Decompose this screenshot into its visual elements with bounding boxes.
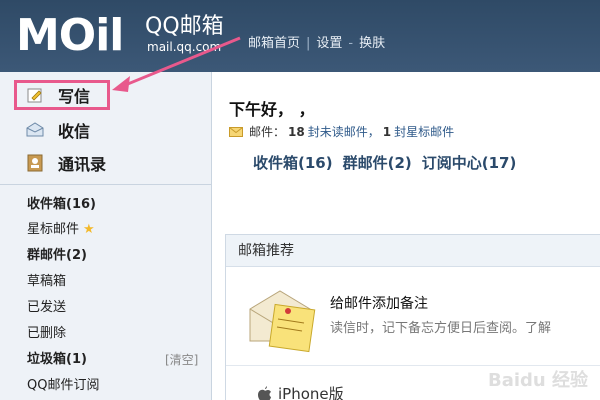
unread-link[interactable]: 封未读邮件， — [308, 123, 380, 140]
folder-junk[interactable]: 垃圾箱(1) — [27, 352, 87, 368]
quicklink-subscription[interactable]: 订阅中心(17) — [422, 152, 517, 173]
contacts-button[interactable]: 通讯录 — [26, 150, 106, 176]
mail-summary: 邮件： 18 封未读邮件， 1 封星标邮件 — [229, 123, 454, 140]
nav-settings-link[interactable]: 设置 — [316, 36, 342, 52]
contacts-icon — [26, 154, 44, 172]
folder-sent[interactable]: 已发送 — [27, 300, 66, 316]
nav-separator: | — [306, 36, 311, 51]
quicklink-inbox[interactable]: 收件箱(16) — [253, 152, 333, 173]
receive-button[interactable]: 收信 — [26, 117, 90, 143]
folder-group[interactable]: 群邮件(2) — [27, 248, 87, 264]
folder-inbox[interactable]: 收件箱(16) — [27, 197, 96, 213]
folder-deleted[interactable]: 已删除 — [27, 326, 66, 342]
top-header: MOil QQ邮箱 mail.qq.com 邮箱首页 | 设置 - 换肤 — [0, 0, 600, 72]
sidebar: 写信 收信 通讯录 收件箱(16) 星标邮件 ★ 群邮件(2) 草稿箱 已发送 … — [0, 72, 212, 400]
starred-link[interactable]: 封星标邮件 — [394, 123, 454, 140]
sidebar-divider — [0, 184, 211, 185]
apple-icon — [258, 385, 271, 400]
mail-prefix: 邮件： — [249, 125, 286, 139]
nav-home-link[interactable]: 邮箱首页 — [248, 36, 300, 52]
iphone-label: iPhone版 — [278, 385, 344, 400]
receive-label: 收信 — [58, 122, 91, 141]
nav-skin-link[interactable]: 换肤 — [359, 36, 385, 52]
panel-title: 邮箱推荐 — [226, 235, 600, 267]
nav-separator: - — [348, 36, 354, 51]
contacts-label: 通讯录 — [58, 155, 107, 174]
quick-links: 收件箱(16) 群邮件(2) 订阅中心(17) — [253, 152, 526, 173]
iphone-link[interactable]: iPhone版 — [256, 383, 344, 400]
folder-subscriptions[interactable]: QQ邮件订阅 — [27, 378, 99, 394]
note-title[interactable]: 给邮件添加备注 — [330, 293, 428, 313]
note-description: 读信时，记下备忘方便日后查阅。了解 — [330, 321, 552, 336]
folder-drafts[interactable]: 草稿箱 — [27, 274, 66, 290]
main-content: 下午好， ， 邮件： 18 封未读邮件， 1 封星标邮件 收件箱(16) 群邮件… — [213, 72, 600, 400]
greeting: 下午好， ， — [229, 100, 315, 119]
unread-count: 18 — [288, 124, 305, 139]
memo-note-icon — [249, 290, 316, 353]
envelope-icon — [229, 126, 243, 137]
compose-highlight — [14, 80, 110, 110]
star-count: 1 — [382, 124, 392, 139]
star-icon: ★ — [83, 222, 95, 237]
empty-junk-link[interactable]: [清空] — [165, 352, 198, 368]
folder-starred[interactable]: 星标邮件 ★ — [27, 222, 95, 238]
quicklink-group[interactable]: 群邮件(2) — [343, 152, 412, 173]
folder-starred-label: 星标邮件 — [27, 222, 80, 237]
top-nav: 邮箱首页 | 设置 - 换肤 — [248, 36, 385, 52]
watermark: Baidu 经验 — [487, 370, 588, 391]
inbox-icon — [26, 121, 44, 139]
